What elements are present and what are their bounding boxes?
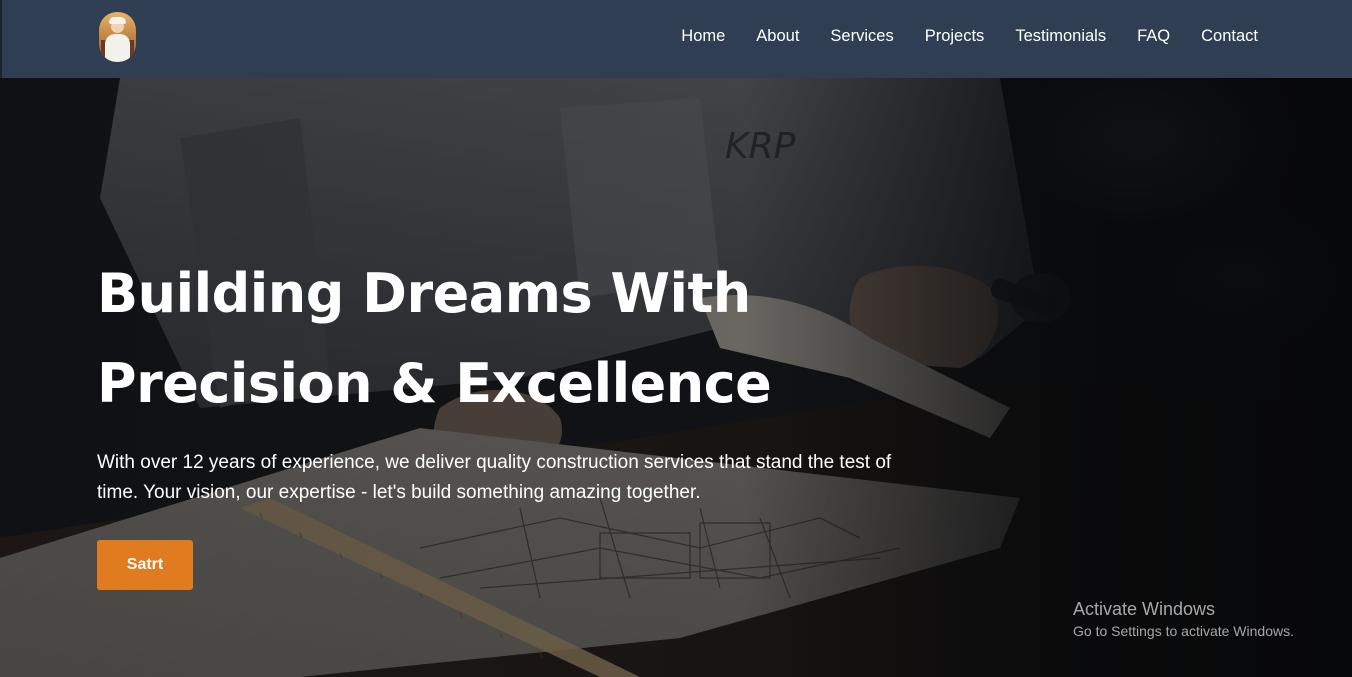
hero-description: With over 12 years of experience, we del… bbox=[97, 452, 892, 503]
watermark-subtitle: Go to Settings to activate Windows. bbox=[1073, 623, 1294, 639]
hero-title-line1: Building Dreams With bbox=[97, 262, 751, 325]
logo-figure-turban bbox=[109, 17, 126, 24]
nav-link-testimonials[interactable]: Testimonials bbox=[1015, 24, 1106, 48]
hero-section: KRP Building Dreams Wit bbox=[0, 78, 1352, 677]
nav-link-about[interactable]: About bbox=[756, 24, 799, 48]
nav-link-services[interactable]: Services bbox=[830, 24, 893, 48]
navbar: Home About Services Projects Testimonial… bbox=[0, 0, 1352, 78]
hero-title: Building Dreams With Precision & Excelle… bbox=[97, 249, 857, 429]
start-button[interactable]: Satrt bbox=[97, 540, 193, 590]
nav-menu: Home About Services Projects Testimonial… bbox=[650, 24, 1258, 48]
hero-title-line2: Precision & Excellence bbox=[97, 352, 772, 415]
nav-link-faq[interactable]: FAQ bbox=[1137, 24, 1170, 48]
watermark-title: Activate Windows bbox=[1073, 599, 1216, 619]
logo-figure-body bbox=[105, 34, 130, 62]
nav-link-projects[interactable]: Projects bbox=[925, 24, 985, 48]
nav-link-contact[interactable]: Contact bbox=[1201, 24, 1258, 48]
activate-windows-watermark: Activate Windows Go to Settings to activ… bbox=[1073, 598, 1294, 641]
nav-link-home[interactable]: Home bbox=[681, 24, 725, 48]
logo-avatar[interactable] bbox=[99, 12, 136, 62]
